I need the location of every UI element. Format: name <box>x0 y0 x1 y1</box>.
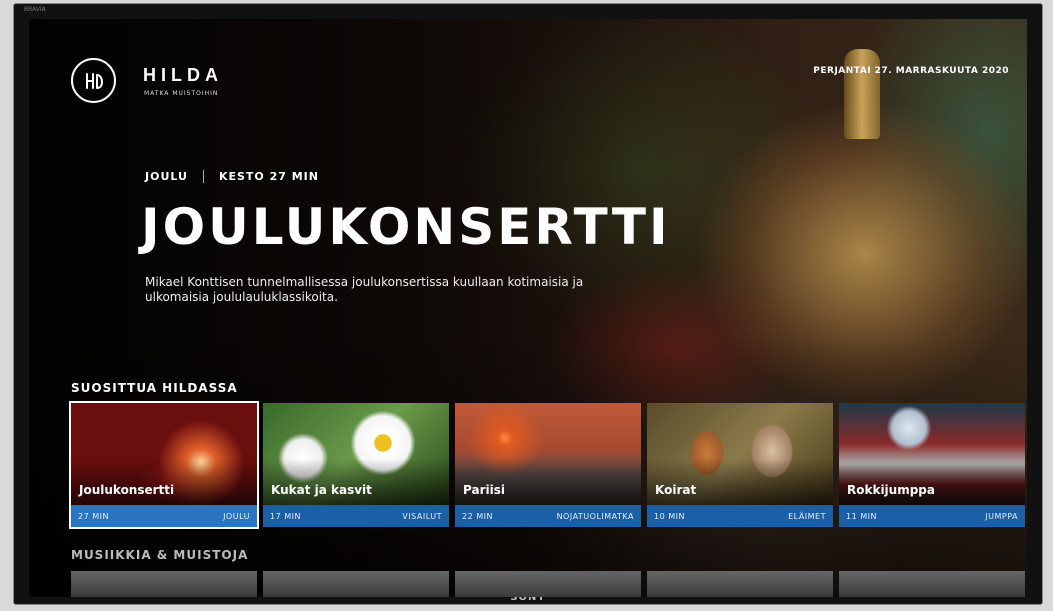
card-title: Kukat ja kasvit <box>271 483 372 497</box>
card-info-bar: 10 MIN ELÄIMET <box>647 505 833 527</box>
row-title-popular: SUOSITTUA HILDASSA <box>71 381 238 395</box>
card-duration: 11 MIN <box>846 511 877 521</box>
content-card-koirat[interactable]: Koirat 10 MIN ELÄIMET <box>647 403 833 527</box>
card-category: JUMPPA <box>985 511 1018 521</box>
content-card-kukat-ja-kasvit[interactable]: Kukat ja kasvit 17 MIN VISAILUT <box>263 403 449 527</box>
card-title: Koirat <box>655 483 697 497</box>
card-category: VISAILUT <box>402 511 442 521</box>
card-title: Joulukonsertti <box>79 483 175 497</box>
card-info-bar: 22 MIN NOJATUOLIMATKA <box>455 505 641 527</box>
content-card[interactable] <box>839 571 1025 597</box>
current-date: PERJANTAI 27. MARRASKUUTA 2020 <box>813 66 1009 76</box>
content-card[interactable] <box>263 571 449 597</box>
hero-meta: JOULU KESTO 27 MIN <box>145 170 319 183</box>
content-card-rokkijumppa[interactable]: Rokkijumppa 11 MIN JUMPPA <box>839 403 1025 527</box>
content-card[interactable] <box>455 571 641 597</box>
card-category: NOJATUOLIMATKA <box>556 511 634 521</box>
card-title: Pariisi <box>463 483 505 497</box>
row-title-music-memories: MUSIIKKIA & MUISTOJA <box>71 548 249 562</box>
content-card[interactable] <box>647 571 833 597</box>
popular-carousel: Joulukonsertti 27 MIN JOULU Kukat ja kas… <box>69 401 1025 529</box>
card-duration: 27 MIN <box>78 511 109 521</box>
content-card[interactable] <box>71 571 257 597</box>
card-info-bar: 17 MIN VISAILUT <box>263 505 449 527</box>
card-info-bar: 11 MIN JUMPPA <box>839 505 1025 527</box>
app-logo-name: HILDA <box>143 65 223 85</box>
hilda-logo-icon <box>71 58 116 103</box>
card-duration: 17 MIN <box>270 511 301 521</box>
hero-category: JOULU <box>145 170 188 183</box>
content-card-joulukonsertti[interactable]: Joulukonsertti 27 MIN JOULU <box>69 401 259 529</box>
music-memories-carousel <box>71 571 1025 597</box>
tv-corner-label: BRAVIA <box>24 6 46 13</box>
card-title: Rokkijumppa <box>847 483 935 497</box>
content-card-pariisi[interactable]: Pariisi 22 MIN NOJATUOLIMATKA <box>455 403 641 527</box>
card-duration: 10 MIN <box>654 511 685 521</box>
card-info-bar: 27 MIN JOULU <box>71 505 257 527</box>
tv-screen: HILDA MATKA MUISTOIHIN PERJANTAI 27. MAR… <box>29 19 1027 597</box>
card-category: ELÄIMET <box>788 511 826 521</box>
card-duration: 22 MIN <box>462 511 493 521</box>
meta-divider <box>202 170 204 183</box>
card-category: JOULU <box>223 511 250 521</box>
hero-title: JOULUKONSERTTI <box>141 198 671 256</box>
hero-duration: KESTO 27 MIN <box>218 170 319 183</box>
app-tagline: MATKA MUISTOIHIN <box>144 90 219 97</box>
hero-description: Mikael Konttisen tunnelmallisessa jouluk… <box>145 275 584 304</box>
